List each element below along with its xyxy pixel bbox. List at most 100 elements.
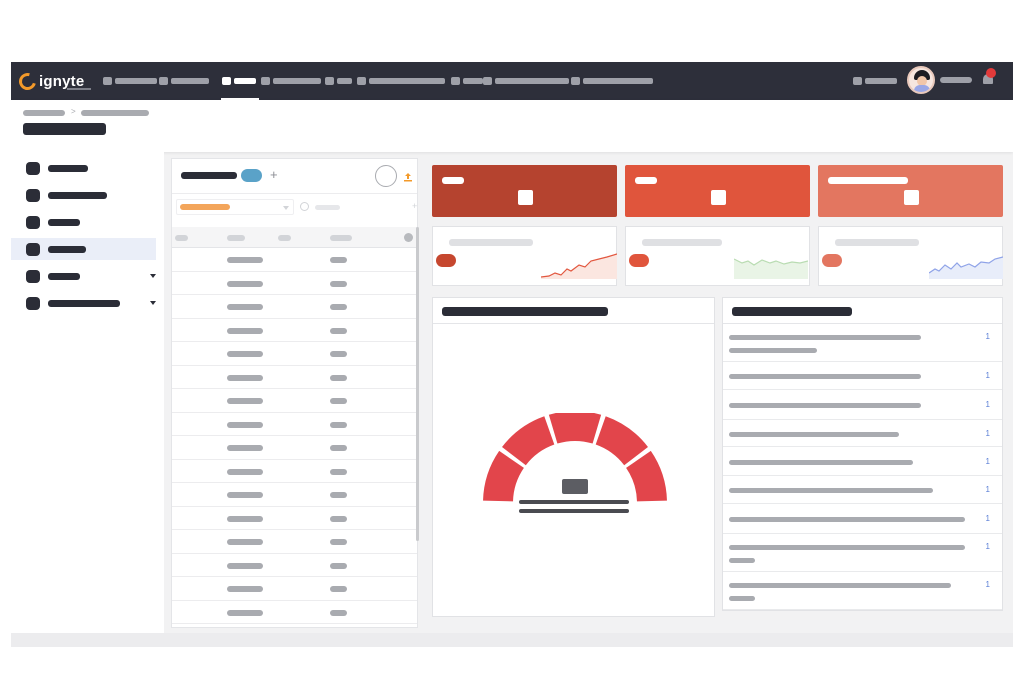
column-header[interactable] — [227, 235, 245, 241]
row-cell — [227, 280, 263, 287]
trend-card-2[interactable] — [625, 226, 810, 286]
sidebar-item-1[interactable] — [11, 157, 156, 179]
kpi-card-3[interactable] — [818, 165, 1003, 217]
card-header — [433, 298, 714, 324]
nav-item-4[interactable] — [261, 76, 321, 85]
nav-icon — [261, 76, 270, 85]
brand-name: ignyte — [39, 72, 85, 90]
task-item[interactable]: 1 — [723, 362, 1002, 390]
column-settings-icon[interactable] — [404, 233, 413, 242]
brand-logo[interactable]: ignyte — [15, 69, 91, 93]
nav-item-9[interactable] — [571, 76, 653, 85]
nav-label — [337, 77, 352, 84]
filter-dropdown[interactable] — [176, 199, 294, 215]
task-item[interactable]: 1 — [723, 390, 1002, 420]
nav-item-6[interactable] — [357, 76, 445, 85]
task-count: 1 — [985, 542, 990, 551]
nav-item-help[interactable] — [853, 76, 897, 85]
task-list-card: 1 1 1 1 1 1 1 1 1 — [722, 297, 1003, 611]
nav-item-5[interactable] — [325, 76, 352, 85]
table-row[interactable] — [172, 366, 417, 389]
row-cell — [227, 351, 263, 357]
notification-dot — [986, 68, 996, 78]
task-item[interactable]: 1 — [723, 504, 1002, 534]
table-row[interactable] — [172, 601, 417, 624]
column-header[interactable] — [175, 235, 188, 241]
table-row[interactable] — [172, 389, 417, 413]
row-cell — [227, 539, 263, 545]
trend-card-3[interactable] — [818, 226, 1003, 286]
row-cell — [227, 257, 263, 263]
breadcrumb-item-1[interactable] — [23, 110, 65, 116]
task-item[interactable]: 1 — [723, 476, 1002, 504]
table-row[interactable] — [172, 554, 417, 577]
top-navigation-bar: ignyte — [11, 62, 1013, 100]
notification-bell-icon[interactable] — [982, 68, 996, 86]
nav-item-7[interactable] — [451, 76, 483, 85]
column-header[interactable] — [278, 235, 291, 241]
nav-item-2[interactable] — [159, 76, 209, 85]
kpi-title — [442, 177, 464, 184]
clear-icon[interactable]: + — [412, 201, 417, 211]
sidebar-icon — [26, 216, 40, 229]
nav-icon — [451, 76, 460, 85]
nav-icon — [325, 76, 334, 85]
sidebar-item-6[interactable] — [11, 292, 156, 314]
sidebar-item-5[interactable] — [11, 265, 156, 287]
gauge-segment-2 — [502, 416, 555, 466]
row-cell — [227, 445, 263, 451]
nav-item-1[interactable] — [103, 76, 157, 85]
sidebar-item-3[interactable] — [11, 211, 156, 233]
task-subtitle — [729, 348, 817, 353]
sidebar-icon — [26, 297, 40, 310]
table-row[interactable] — [172, 530, 417, 554]
gauge-value — [562, 479, 588, 494]
user-name[interactable] — [940, 77, 972, 83]
task-item[interactable]: 1 — [723, 447, 1002, 476]
scrollbar[interactable] — [416, 227, 419, 541]
status-circle-icon[interactable] — [375, 165, 397, 187]
trend-title — [449, 239, 533, 246]
table-row[interactable] — [172, 319, 417, 342]
kpi-card-1[interactable] — [432, 165, 617, 217]
user-avatar[interactable] — [907, 66, 935, 94]
table-row[interactable] — [172, 248, 417, 272]
row-cell — [227, 515, 263, 522]
sparkline — [541, 253, 617, 279]
nav-item-3[interactable] — [222, 76, 256, 85]
table-row[interactable] — [172, 272, 417, 295]
chevron-down-icon — [150, 301, 156, 305]
table-row[interactable] — [172, 577, 417, 601]
task-title — [729, 460, 913, 465]
task-item[interactable]: 1 — [723, 534, 1002, 572]
kpi-title — [635, 177, 657, 184]
trend-card-1[interactable] — [432, 226, 617, 286]
table-row[interactable] — [172, 507, 417, 530]
table-row[interactable] — [172, 413, 417, 436]
row-cell — [227, 421, 263, 428]
add-icon[interactable]: + — [270, 167, 278, 182]
breadcrumb-item-2[interactable] — [81, 110, 149, 116]
table-row[interactable] — [172, 483, 417, 507]
sparkline — [734, 258, 808, 279]
task-item[interactable]: 1 — [723, 420, 1002, 447]
sidebar-item-2[interactable] — [11, 184, 156, 206]
table-row[interactable] — [172, 295, 417, 319]
task-item[interactable]: 1 — [723, 324, 1002, 362]
trend-badge — [629, 254, 649, 267]
export-icon[interactable] — [403, 169, 413, 182]
sidebar-label — [48, 273, 80, 280]
breadcrumb-separator: > — [71, 107, 76, 116]
kpi-card-2[interactable] — [625, 165, 810, 217]
sidebar-label — [48, 219, 80, 226]
kpi-value — [904, 190, 919, 205]
nav-item-8[interactable] — [483, 76, 569, 85]
sidebar-item-4[interactable] — [11, 238, 156, 260]
app-window: ignyte > + + 1 1 1 1 1 1 1 1 1 — [11, 62, 1013, 647]
task-item[interactable]: 1 — [723, 572, 1002, 610]
table-row[interactable] — [172, 436, 417, 460]
column-header[interactable] — [330, 235, 352, 241]
table-row[interactable] — [172, 460, 417, 483]
search-input[interactable] — [315, 205, 340, 210]
table-row[interactable] — [172, 342, 417, 366]
